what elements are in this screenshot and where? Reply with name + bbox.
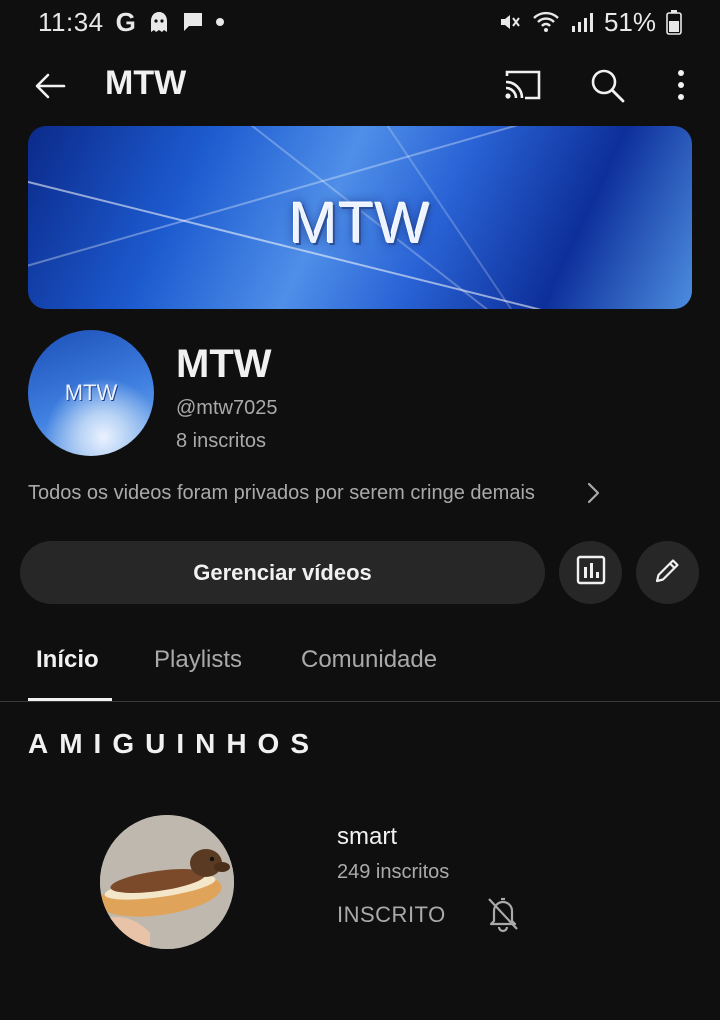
wifi-icon [532, 10, 560, 34]
analytics-button[interactable] [559, 541, 622, 604]
app-title: MTW [105, 64, 187, 102]
featured-channel-name[interactable]: smart [337, 823, 397, 851]
tab-comunidade[interactable]: Comunidade [301, 646, 437, 674]
battery-percent: 51% [603, 6, 656, 37]
channel-tabs: Início Playlists Comunidade [0, 630, 720, 702]
tab-playlists[interactable]: Playlists [154, 646, 242, 674]
status-time: 11:34 [38, 6, 104, 37]
signal-icon [570, 10, 594, 34]
channel-banner: MTW [28, 126, 692, 309]
back-arrow-icon[interactable] [30, 66, 70, 106]
status-left: 11:34 G [38, 7, 224, 38]
channel-subscribers: 8 inscritos [176, 430, 267, 452]
section-title: AMIGUINHOS [28, 728, 320, 759]
cast-icon[interactable] [503, 68, 543, 102]
more-vert-icon[interactable] [668, 66, 694, 104]
google-icon: G [115, 6, 136, 37]
active-tab-indicator [28, 698, 112, 701]
search-icon[interactable] [588, 66, 626, 104]
manage-videos-button[interactable]: Gerenciar vídeos [20, 541, 545, 604]
app-bar: MTW [0, 52, 720, 120]
channel-description[interactable]: Todos os videos foram privados por serem… [28, 478, 608, 508]
status-right: 51% [498, 7, 682, 38]
description-text: Todos os videos foram privados por serem… [28, 481, 535, 504]
channel-handle: @mtw7025 [176, 397, 278, 419]
mute-icon [498, 10, 522, 34]
chevron-right-icon [580, 480, 606, 506]
analytics-icon [575, 554, 607, 591]
edit-pencil-icon [652, 554, 684, 591]
channel-avatar[interactable]: MTW [28, 330, 154, 456]
battery-icon [666, 9, 682, 35]
chat-icon [182, 11, 204, 33]
banner-text: MTW [289, 191, 431, 256]
channel-name: MTW [176, 342, 272, 386]
featured-channel-subscribers: 249 inscritos [337, 861, 450, 883]
notification-bell-off-icon[interactable] [485, 895, 521, 933]
ghost-icon [148, 10, 170, 34]
notification-dot [215, 18, 224, 26]
status-bar: 11:34 G 51% [0, 0, 720, 44]
edit-button[interactable] [636, 541, 699, 604]
featured-channel-avatar[interactable] [100, 815, 234, 949]
subscribed-button[interactable]: INSCRITO [337, 902, 446, 928]
tab-inicio[interactable]: Início [36, 646, 99, 674]
avatar-text: MTW [64, 380, 118, 405]
